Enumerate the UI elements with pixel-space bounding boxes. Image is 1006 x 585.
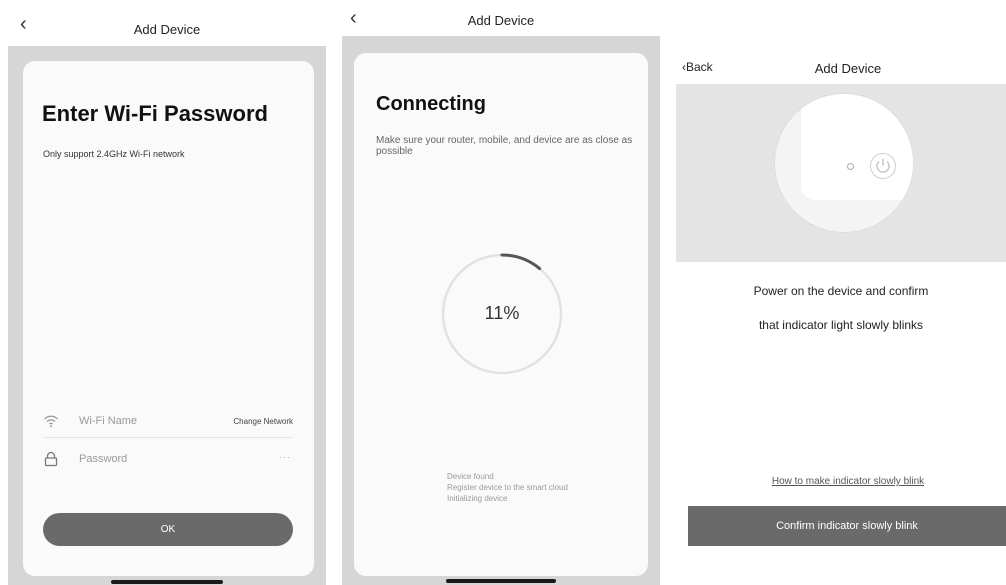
- nav-title: Add Device: [814, 61, 882, 76]
- wifi-name-placeholder: Wi-Fi Name: [79, 415, 138, 427]
- wifi-name-field[interactable]: Wi-Fi Name Change Network: [43, 407, 293, 438]
- change-network-link[interactable]: Change Network: [233, 417, 293, 426]
- password-field[interactable]: Password ···: [43, 445, 293, 475]
- wifi-icon: [44, 415, 58, 428]
- blink-help-link[interactable]: How to make indicator slowly blink: [676, 476, 1006, 487]
- page-subtitle: Make sure your router, mobile, and devic…: [376, 135, 633, 157]
- power-on-screen: ‹Back Add Device Power on the device and…: [676, 0, 1006, 585]
- instruction-line-2: that indicator light slowly blinks: [758, 318, 924, 332]
- confirm-blink-button[interactable]: Confirm indicator slowly blink: [688, 506, 1006, 546]
- lock-icon: [44, 451, 58, 467]
- nav-bar: ‹ Add Device: [8, 0, 326, 46]
- page-title: Connecting: [376, 93, 486, 115]
- home-indicator: [446, 579, 556, 583]
- home-indicator: [111, 580, 223, 584]
- connecting-card: Connecting Make sure your router, mobile…: [354, 53, 648, 576]
- power-icon: [870, 153, 896, 179]
- ok-button[interactable]: OK: [43, 513, 293, 546]
- nav-title: Add Device: [467, 13, 535, 28]
- page-title: Enter Wi-Fi Password: [42, 101, 268, 126]
- connection-steps: Device found Register device to the smar…: [447, 471, 568, 504]
- step-item: Device found: [447, 472, 494, 481]
- password-placeholder: Password: [79, 453, 128, 465]
- step-item: Register device to the smart cloud: [447, 483, 568, 492]
- step-item: Initializing device: [447, 494, 508, 503]
- page-subtitle: Only support 2.4GHz Wi-Fi network: [43, 149, 185, 159]
- connecting-screen: ‹ Add Device Connecting Make sure your r…: [342, 0, 660, 585]
- password-visibility-toggle[interactable]: ···: [279, 452, 291, 462]
- nav-bar: ‹ Add Device: [342, 0, 660, 36]
- wifi-password-screen: ‹ Add Device Enter Wi-Fi Password Only s…: [8, 0, 326, 585]
- wifi-card: Enter Wi-Fi Password Only support 2.4GHz…: [23, 61, 314, 576]
- indicator-light-icon: [847, 163, 854, 170]
- device-body: [801, 94, 913, 200]
- instruction-line-1: Power on the device and confirm: [753, 284, 929, 298]
- progress-percent: 11%: [484, 303, 520, 323]
- device-illustration: [774, 93, 914, 233]
- device-illustration-area: [676, 84, 1006, 262]
- nav-title: Add Device: [133, 22, 201, 37]
